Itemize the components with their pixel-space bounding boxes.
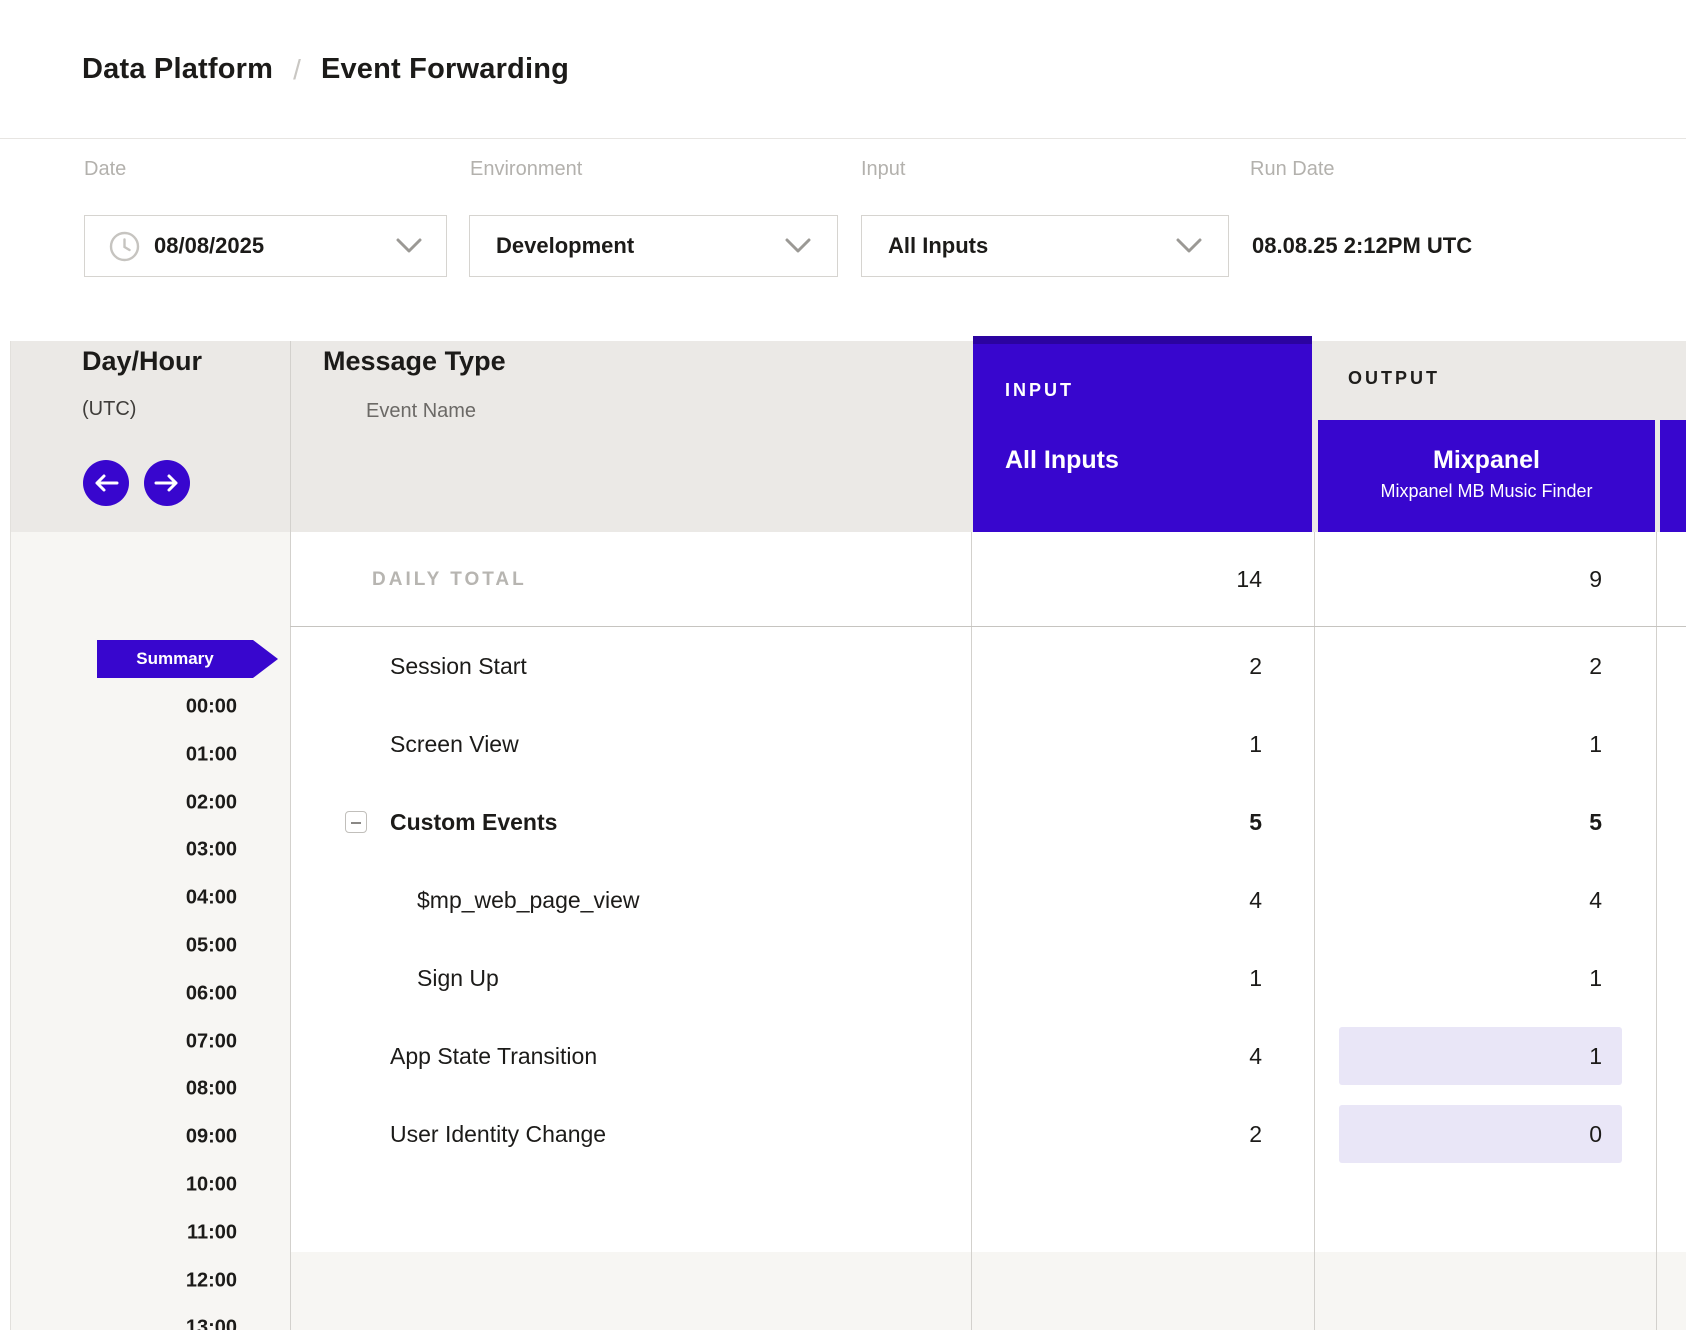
input-dropdown[interactable]: All Inputs xyxy=(861,215,1229,277)
input-count-value: 1 xyxy=(1249,705,1262,783)
mixpanel-count-value: 1 xyxy=(1589,705,1602,783)
mixpanel-column-subtitle: Mixpanel MB Music Finder xyxy=(1318,481,1655,502)
daily-total-mixpanel-value: 9 xyxy=(1589,532,1602,627)
input-count-value: 2 xyxy=(1249,627,1262,705)
run-date-label: Run Date xyxy=(1250,158,1335,181)
hour-label[interactable]: 01:00 xyxy=(186,743,237,766)
day-hour-subtitle: (UTC) xyxy=(82,398,136,421)
input-count-value: 4 xyxy=(1249,861,1262,939)
date-value: 08/08/2025 xyxy=(154,233,264,259)
input-count-value: 5 xyxy=(1249,783,1262,861)
table-row: $mp_web_page_view 4 4 xyxy=(290,861,1686,939)
mixpanel-count-value: 0 xyxy=(1589,1105,1602,1163)
hour-label[interactable]: 09:00 xyxy=(186,1126,237,1149)
daily-total-input-value: 14 xyxy=(1236,532,1262,627)
arrow-left-icon xyxy=(93,472,119,494)
hour-label[interactable]: 10:00 xyxy=(186,1174,237,1197)
mixpanel-column-name: Mixpanel xyxy=(1318,446,1655,475)
event-row-label: User Identity Change xyxy=(390,1095,606,1173)
chevron-down-icon xyxy=(396,238,422,254)
hour-label[interactable]: 07:00 xyxy=(186,1030,237,1053)
collapse-toggle[interactable] xyxy=(345,811,367,833)
input-count-value: 4 xyxy=(1249,1017,1262,1095)
highlighted-cell: 0 xyxy=(1339,1105,1622,1163)
table-row: Sign Up 1 1 xyxy=(290,939,1686,1017)
event-row-label: App State Transition xyxy=(390,1017,597,1095)
table-row: Session Start 2 2 xyxy=(290,627,1686,705)
hour-label[interactable]: 06:00 xyxy=(186,982,237,1005)
date-filter-label: Date xyxy=(84,158,126,181)
hour-label[interactable]: 03:00 xyxy=(186,839,237,862)
hour-label[interactable]: 08:00 xyxy=(186,1078,237,1101)
event-forwarding-page: Data Platform / Event Forwarding Date En… xyxy=(0,0,1686,1330)
mixpanel-count-value: 5 xyxy=(1589,783,1602,861)
mixpanel-count-value: 2 xyxy=(1589,627,1602,705)
output-group-label: OUTPUT xyxy=(1348,368,1440,389)
hour-label[interactable]: 13:00 xyxy=(186,1317,237,1330)
summary-label: Summary xyxy=(97,640,253,678)
input-count-value: 2 xyxy=(1249,1095,1262,1173)
partial-output-column-header[interactable] xyxy=(1660,420,1686,532)
run-date-value: 08.08.25 2:12PM UTC xyxy=(1252,233,1472,259)
breadcrumb-section[interactable]: Data Platform xyxy=(82,53,273,86)
mixpanel-count-value: 1 xyxy=(1589,939,1602,1017)
event-row-label: Sign Up xyxy=(417,939,499,1017)
hour-label[interactable]: 00:00 xyxy=(186,696,237,719)
chevron-down-icon xyxy=(785,238,811,254)
event-row-label: Custom Events xyxy=(390,783,557,861)
daily-total-row: DAILY TOTAL 14 9 xyxy=(290,532,1686,627)
hour-label[interactable]: 12:00 xyxy=(186,1269,237,1292)
date-dropdown[interactable]: 08/08/2025 xyxy=(84,215,447,277)
day-hour-title: Day/Hour xyxy=(82,346,202,377)
event-row-label: Session Start xyxy=(390,627,527,705)
input-column-name: All Inputs xyxy=(1005,446,1119,475)
table-row: Custom Events 5 5 xyxy=(290,783,1686,861)
minus-square-icon xyxy=(351,822,361,824)
previous-day-button[interactable] xyxy=(83,460,129,506)
breadcrumb: Data Platform / Event Forwarding xyxy=(82,0,569,139)
input-count-value: 1 xyxy=(1249,939,1262,1017)
input-column-header[interactable]: INPUT All Inputs xyxy=(973,336,1312,532)
daily-total-label: DAILY TOTAL xyxy=(372,532,527,627)
mixpanel-column-header[interactable]: Mixpanel Mixpanel MB Music Finder xyxy=(1318,420,1655,532)
message-type-subtitle: Event Name xyxy=(366,400,476,423)
message-type-title: Message Type xyxy=(323,346,506,377)
hour-label[interactable]: 02:00 xyxy=(186,791,237,814)
clock-icon xyxy=(109,231,140,262)
breadcrumb-separator: / xyxy=(293,54,301,86)
top-bar: Data Platform / Event Forwarding xyxy=(0,0,1686,139)
arrow-right-icon xyxy=(154,472,180,494)
input-value: All Inputs xyxy=(888,233,988,259)
hour-label[interactable]: 11:00 xyxy=(187,1221,237,1244)
mixpanel-count-value: 1 xyxy=(1589,1027,1602,1085)
page-title: Event Forwarding xyxy=(321,53,569,86)
environment-value: Development xyxy=(496,233,634,259)
event-row-label: $mp_web_page_view xyxy=(417,861,640,939)
hour-label[interactable]: 05:00 xyxy=(186,935,237,958)
table-row: App State Transition 4 1 xyxy=(290,1017,1686,1095)
event-row-label: Screen View xyxy=(390,705,519,783)
chevron-down-icon xyxy=(1176,238,1202,254)
left-gutter-line xyxy=(10,341,11,1330)
table-row: User Identity Change 2 0 xyxy=(290,1095,1686,1173)
input-group-label: INPUT xyxy=(1005,380,1074,401)
mixpanel-count-value: 4 xyxy=(1589,861,1602,939)
environment-dropdown[interactable]: Development xyxy=(469,215,838,277)
summary-badge[interactable]: Summary xyxy=(97,640,278,678)
environment-filter-label: Environment xyxy=(470,158,582,181)
table-row: Screen View 1 1 xyxy=(290,705,1686,783)
table-footer-band xyxy=(290,1252,1686,1330)
input-filter-label: Input xyxy=(861,158,905,181)
hour-label[interactable]: 04:00 xyxy=(186,887,237,910)
next-day-button[interactable] xyxy=(144,460,190,506)
highlighted-cell: 1 xyxy=(1339,1027,1622,1085)
